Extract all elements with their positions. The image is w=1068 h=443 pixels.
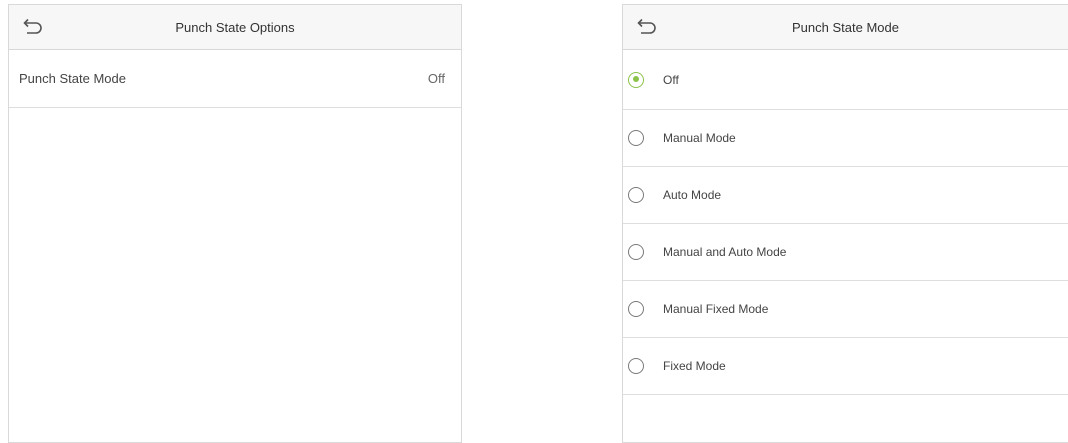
radio-button[interactable]: [628, 301, 644, 317]
back-arrow-icon[interactable]: [21, 17, 43, 37]
option-manual-fixed-mode[interactable]: Manual Fixed Mode: [623, 281, 1068, 338]
option-label: Fixed Mode: [663, 359, 726, 373]
option-fixed-mode[interactable]: Fixed Mode: [623, 338, 1068, 395]
page-title: Punch State Mode: [792, 19, 899, 35]
punch-state-options-screen: Punch State Options Punch State Mode Off: [8, 4, 462, 443]
option-label: Off: [663, 72, 679, 87]
option-auto-mode[interactable]: Auto Mode: [623, 167, 1068, 224]
option-label: Manual and Auto Mode: [663, 245, 787, 259]
header-bar: Punch State Options: [9, 5, 461, 50]
mode-options-list: Off Manual Mode Auto Mode Manual and Aut…: [623, 50, 1068, 395]
punch-state-mode-screen: Punch State Mode Off Manual Mode Auto Mo…: [622, 4, 1068, 443]
back-arrow-icon[interactable]: [635, 17, 657, 37]
setting-value: Off: [427, 71, 445, 86]
option-label: Manual Fixed Mode: [663, 302, 769, 316]
option-off[interactable]: Off: [623, 50, 1068, 110]
option-label: Auto Mode: [663, 188, 722, 202]
setting-row-punch-state-mode[interactable]: Punch State Mode Off: [9, 50, 461, 108]
header-bar: Punch State Mode: [623, 5, 1068, 50]
option-label: Manual Mode: [663, 131, 736, 145]
radio-button[interactable]: [628, 130, 644, 146]
radio-button[interactable]: [628, 358, 644, 374]
option-manual-and-auto-mode[interactable]: Manual and Auto Mode: [623, 224, 1068, 281]
setting-label: Punch State Mode: [19, 71, 126, 86]
radio-button[interactable]: [628, 244, 644, 260]
page-title: Punch State Options: [175, 19, 295, 35]
radio-button[interactable]: [628, 187, 644, 203]
option-manual-mode[interactable]: Manual Mode: [623, 110, 1068, 167]
radio-button[interactable]: [628, 71, 644, 88]
